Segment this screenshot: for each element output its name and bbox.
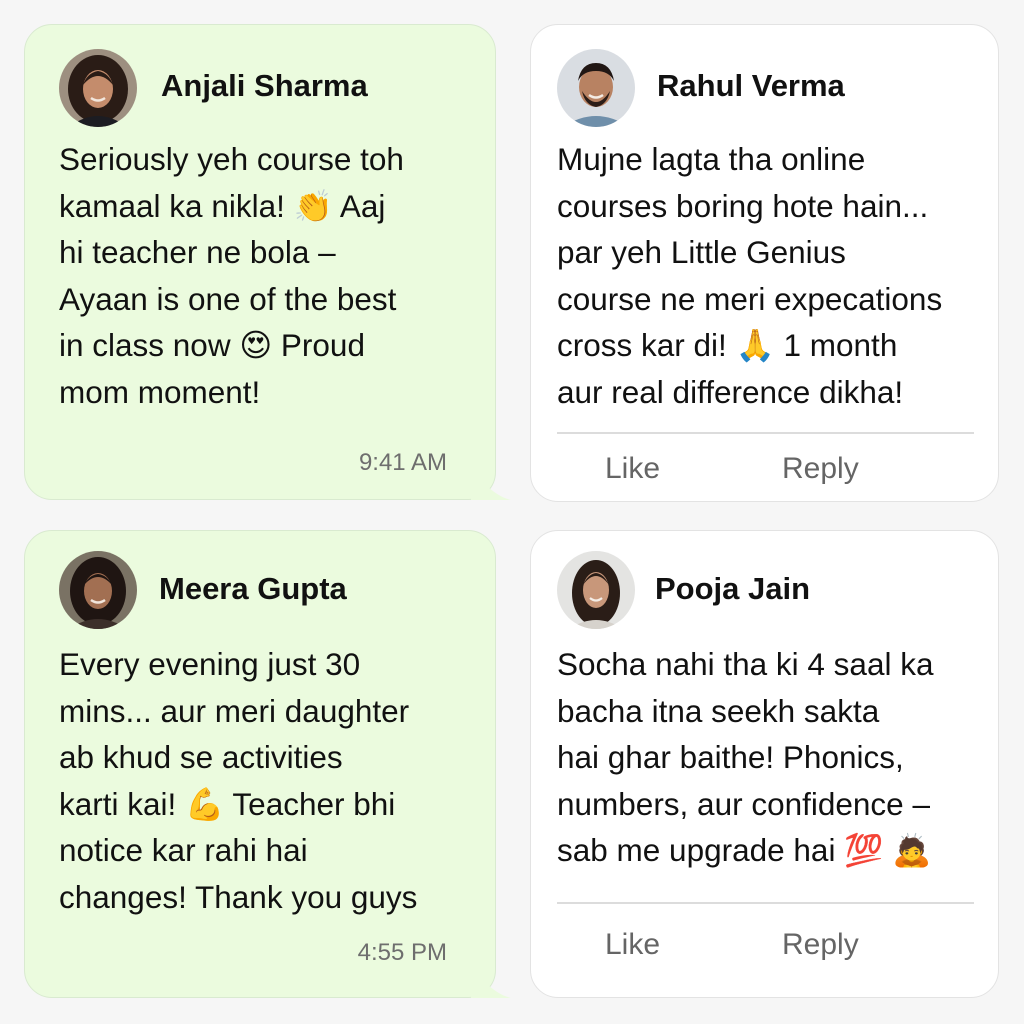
message-line: notice kar rahi hai xyxy=(59,832,308,868)
message-line: hi teacher ne bola – xyxy=(59,234,336,270)
avatar xyxy=(557,49,635,127)
message-line: Every evening just 30 xyxy=(59,646,361,682)
divider xyxy=(557,902,974,904)
comment-text: Socha nahi tha ki 4 saal ka bacha itna s… xyxy=(557,641,934,874)
message-line: in class now 😍 Proud xyxy=(59,327,365,363)
message-line: changes! Thank you guys xyxy=(59,878,418,915)
message-line: ab khud se activities xyxy=(59,739,343,775)
message-timestamp: 9:41 AM xyxy=(358,449,447,476)
message-bubble-meera: Meera Gupta Every evening just 30 mins..… xyxy=(24,530,511,998)
divider xyxy=(557,432,974,434)
comment-line: course ne meri expecations xyxy=(557,280,943,317)
bubble-tail xyxy=(471,470,511,500)
avatar xyxy=(59,551,137,629)
reply-button[interactable]: Reply xyxy=(782,928,859,962)
author-name: Pooja Jain xyxy=(655,571,811,606)
comment-line: aur real difference dikha! xyxy=(557,373,904,410)
like-button[interactable]: Like xyxy=(605,928,660,962)
message-line: Seriously yeh course toh xyxy=(59,141,404,177)
comment-line: par yeh Little Genius xyxy=(557,234,846,270)
message-text: Every evening just 30 mins... aur meri d… xyxy=(59,641,417,920)
message-timestamp: 4:55 PM xyxy=(357,939,447,966)
avatar xyxy=(59,49,137,127)
comment-card-rahul: Rahul Verma Mujne lagta tha online cours… xyxy=(530,24,999,502)
message-line: mom moment! xyxy=(59,373,261,410)
comment-line: bacha itna seekh sakta xyxy=(557,692,880,729)
reply-button[interactable]: Reply xyxy=(782,452,859,486)
message-bubble-anjali: Anjali Sharma Seriously yeh course toh k… xyxy=(24,24,511,500)
message-line: Ayaan is one of the best xyxy=(59,280,397,317)
comment-text: Mujne lagta tha online courses boring ho… xyxy=(557,136,942,415)
message-line: kamaal ka nikla! 👏 Aaj xyxy=(59,187,386,224)
comment-line: numbers, aur confidence – xyxy=(557,785,930,822)
comment-line: courses boring hote hain... xyxy=(557,187,929,224)
message-line: karti kai! 💪 Teacher bhi xyxy=(59,785,396,822)
comment-line: sab me upgrade hai 💯 🙇 xyxy=(557,832,932,868)
like-button[interactable]: Like xyxy=(605,452,660,486)
bubble-tail xyxy=(471,968,511,998)
author-name: Meera Gupta xyxy=(159,571,347,606)
author-name: Anjali Sharma xyxy=(161,68,368,103)
comment-line: hai ghar baithe! Phonics, xyxy=(557,739,904,775)
author-name: Rahul Verma xyxy=(657,68,845,103)
comment-line: Socha nahi tha ki 4 saal ka xyxy=(557,646,934,682)
avatar xyxy=(557,551,635,629)
comment-line: cross kar di! 🙏 1 month xyxy=(557,327,898,363)
message-text: Seriously yeh course toh kamaal ka nikla… xyxy=(59,136,404,415)
message-line: mins... aur meri daughter xyxy=(59,692,410,729)
comment-line: Mujne lagta tha online xyxy=(557,141,866,177)
comment-card-pooja: Pooja Jain Socha nahi tha ki 4 saal ka b… xyxy=(530,530,999,998)
